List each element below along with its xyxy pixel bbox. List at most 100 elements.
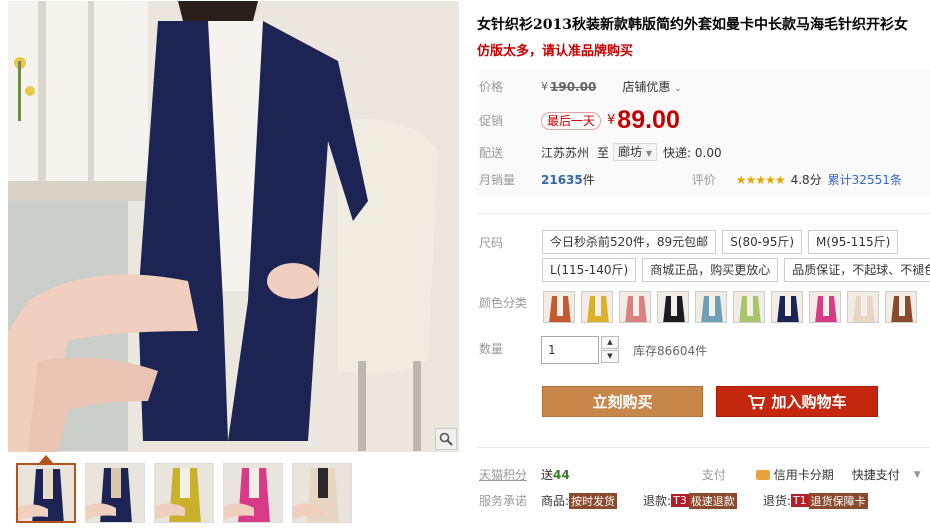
size-option[interactable]: 今日秒杀前520件，89元包邮 bbox=[542, 230, 717, 254]
thumbnail-image[interactable] bbox=[85, 463, 145, 523]
product-title: 女针织衫2013秋装新款韩版简约外套如曼卡中长款马海毛针织开衫女 bbox=[477, 17, 908, 33]
add-to-cart-label: 加入购物车 bbox=[771, 393, 847, 411]
monthly-sales-unit: 件 bbox=[582, 173, 595, 187]
quantity-input[interactable]: 1 bbox=[541, 336, 599, 364]
shop-promo-label: 店铺优惠 bbox=[622, 80, 671, 94]
refund-label: 退款: bbox=[643, 494, 672, 508]
refund-tag: 极速退款 bbox=[688, 492, 737, 509]
return-code-badge: T1 bbox=[790, 494, 809, 507]
promo-price: 89.00 bbox=[617, 106, 680, 134]
original-price: 190.00 bbox=[550, 79, 597, 94]
caret-down-icon: ▼ bbox=[645, 149, 653, 158]
monthly-sales-label: 月销量 bbox=[479, 173, 516, 187]
thumbnail-strip bbox=[16, 463, 352, 523]
service-label: 服务承诺 bbox=[479, 494, 528, 508]
size-options-row-2: L(115-140斤) 商城正品，购买更放心 品质保证，不起球、不褪色 bbox=[542, 258, 930, 282]
quantity-label-row: 数量 bbox=[479, 340, 541, 357]
rating-stars: ★★★★★ bbox=[735, 172, 786, 187]
refund-code-badge: T3 bbox=[671, 494, 689, 507]
promo-row: 促销 最后一天 ¥ 89.00 bbox=[479, 106, 680, 135]
caret-down-icon: ▼ bbox=[607, 352, 613, 360]
zoom-button[interactable] bbox=[435, 428, 457, 450]
color-swatch[interactable] bbox=[695, 291, 727, 323]
points-send: 送 bbox=[541, 468, 554, 482]
price-currency: ¥ bbox=[541, 80, 548, 93]
chevron-down-icon: ⌄ bbox=[674, 84, 682, 94]
stock-count: 库存86604件 bbox=[633, 343, 708, 358]
color-swatch[interactable] bbox=[543, 291, 575, 323]
buy-now-label: 立刻购买 bbox=[592, 393, 653, 411]
color-swatch[interactable] bbox=[657, 291, 689, 323]
color-swatches bbox=[543, 291, 923, 323]
product-photo-illustration bbox=[8, 1, 459, 452]
quick-pay-label: 快捷支付 bbox=[851, 468, 900, 482]
points-row: 天猫积分 送 44 支付 信用卡分期 快捷支付 ▼ bbox=[479, 466, 921, 483]
product-subtitle: 仿版太多，请认准品牌购买 bbox=[477, 44, 634, 59]
quantity-stepper: ▲ ▼ bbox=[601, 336, 619, 364]
sales-row: 月销量 21635 件 评价 ★★★★★ 4.8分 累计32551条 bbox=[479, 171, 902, 188]
divider bbox=[477, 213, 930, 214]
thumbnail-pointer bbox=[39, 455, 53, 463]
review-count-link[interactable]: 累计32551条 bbox=[828, 171, 902, 188]
decrease-button[interactable]: ▼ bbox=[601, 350, 619, 363]
color-label: 颜色分类 bbox=[479, 296, 528, 310]
promo-currency: ¥ bbox=[607, 113, 616, 128]
size-option[interactable]: L(115-140斤) bbox=[542, 258, 637, 282]
service-row: 服务承诺 商品: 按时发货 退款: T3 极速退款 退货: T1 退货保障卡 bbox=[479, 492, 868, 509]
product-info: 女针织衫2013秋装新款韩版简约外套如曼卡中长款马海毛针织开衫女 仿版太多，请认… bbox=[477, 0, 927, 59]
caret-up-icon: ▲ bbox=[607, 338, 613, 346]
shipping-label: 配送 bbox=[479, 145, 504, 160]
thumbnail-image[interactable] bbox=[223, 463, 283, 523]
promo-tag: 最后一天 bbox=[541, 111, 602, 130]
add-to-cart-button[interactable]: 加入购物车 bbox=[716, 386, 878, 417]
quantity-label: 数量 bbox=[479, 342, 504, 356]
size-option[interactable]: M(95-115斤) bbox=[808, 230, 899, 254]
thumbnail-image[interactable] bbox=[154, 463, 214, 523]
thumbnail-image[interactable] bbox=[16, 463, 76, 523]
size-options-row-1: 今日秒杀前520件，89元包邮 S(80-95斤) M(95-115斤) bbox=[542, 230, 904, 254]
buy-now-button[interactable]: 立刻购买 bbox=[542, 386, 703, 417]
thumbnail-image[interactable] bbox=[292, 463, 352, 523]
price-row: 价格 ¥ 190.00 店铺优惠 ⌄ bbox=[479, 78, 682, 95]
color-swatch[interactable] bbox=[771, 291, 803, 323]
shipping-to-word: 至 bbox=[597, 145, 610, 160]
rating-score: 4.8分 bbox=[790, 173, 822, 187]
goods-tag: 按时发货 bbox=[569, 492, 618, 509]
shop-promo-dropdown[interactable]: 店铺优惠 ⌄ bbox=[622, 78, 681, 95]
promo-label: 促销 bbox=[479, 114, 504, 128]
increase-button[interactable]: ▲ bbox=[601, 336, 619, 349]
destination-value: 廊坊 bbox=[618, 145, 643, 159]
color-swatch[interactable] bbox=[809, 291, 841, 323]
express-fee: 快递: 0.00 bbox=[663, 145, 722, 160]
color-swatch[interactable] bbox=[847, 291, 879, 323]
color-section: 颜色分类 bbox=[479, 294, 541, 311]
monthly-sales-count: 21635 bbox=[541, 172, 583, 187]
points-value: 44 bbox=[553, 467, 570, 482]
magnifier-icon bbox=[439, 432, 453, 446]
color-swatch[interactable] bbox=[581, 291, 613, 323]
expand-arrow-icon[interactable]: ▼ bbox=[914, 470, 921, 480]
credit-label: 信用卡分期 bbox=[773, 468, 834, 482]
credit-card-icon bbox=[755, 469, 770, 480]
size-option[interactable]: 商城正品，购买更放心 bbox=[642, 258, 779, 282]
color-swatch[interactable] bbox=[733, 291, 765, 323]
color-swatch[interactable] bbox=[619, 291, 651, 323]
size-label: 尺码 bbox=[479, 236, 504, 250]
goods-label: 商品: bbox=[541, 494, 570, 508]
tmall-points-label[interactable]: 天猫积分 bbox=[479, 466, 541, 483]
return-label: 退货: bbox=[762, 494, 791, 508]
cart-icon bbox=[748, 394, 766, 409]
size-option[interactable]: S(80-95斤) bbox=[722, 230, 803, 254]
main-product-photo[interactable] bbox=[8, 1, 459, 452]
price-label: 价格 bbox=[479, 80, 504, 94]
size-option[interactable]: 品质保证，不起球、不褪色 bbox=[784, 258, 930, 282]
rating-label: 评价 bbox=[691, 173, 716, 187]
divider bbox=[477, 447, 930, 448]
shipping-from: 江苏苏州 bbox=[541, 145, 590, 160]
credit-installment[interactable]: 信用卡分期 bbox=[755, 466, 834, 483]
return-tag: 退货保障卡 bbox=[808, 492, 868, 509]
color-swatch[interactable] bbox=[885, 291, 917, 323]
destination-select[interactable]: 廊坊 ▼ bbox=[613, 143, 658, 161]
size-section: 尺码 bbox=[479, 234, 541, 251]
payment-label: 支付 bbox=[701, 468, 726, 482]
